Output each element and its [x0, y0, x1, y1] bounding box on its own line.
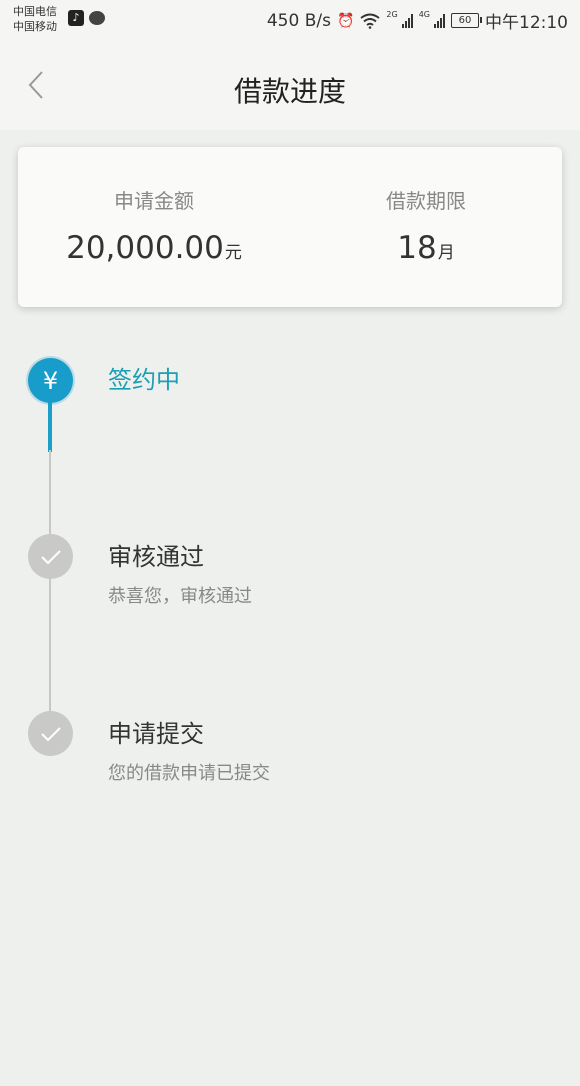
amount-section: 申请金额 20,000.00元	[18, 147, 290, 307]
term-label: 借款期限	[386, 189, 466, 213]
chat-bubble-icon	[89, 11, 105, 25]
network-speed: 450 B/s	[266, 10, 331, 31]
tiktok-icon: ♪	[68, 10, 84, 26]
signal-2-icon	[434, 13, 445, 28]
clock: 中午12:10	[485, 13, 568, 33]
carrier-1: 中国电信	[13, 5, 57, 18]
amount-label: 申请金额	[114, 189, 194, 213]
status-right: 450 B/s ⏰ 2G 4G 60 中午12:10	[267, 8, 568, 33]
check-icon	[40, 549, 61, 564]
amount-display: 20,000.00元	[18, 230, 290, 266]
step-signing-dot: ¥	[28, 358, 73, 403]
battery-icon: 60	[451, 13, 482, 28]
wifi-icon	[360, 13, 381, 29]
carrier-info: 中国电信 中国移动	[13, 4, 57, 34]
timeline-line	[49, 450, 51, 740]
network-type-2: 4G	[418, 10, 430, 19]
amount-value: 20,000.00	[66, 230, 224, 266]
carrier-2: 中国移动	[13, 20, 57, 33]
step-submitted-title: 申请提交	[108, 720, 204, 748]
term-section: 借款期限 18月	[290, 147, 562, 307]
signal-1-icon	[401, 13, 413, 28]
network-type-1: 2G	[386, 10, 398, 19]
check-icon	[40, 726, 61, 741]
step-approved-dot	[28, 534, 73, 579]
term-value: 18	[397, 230, 437, 266]
loan-summary-card: 申请金额 20,000.00元 借款期限 18月	[18, 147, 562, 307]
yen-icon: ¥	[42, 366, 59, 395]
term-unit: 月	[437, 243, 455, 263]
notification-icons: ♪	[68, 10, 105, 26]
status-bar: 中国电信 中国移动 ♪ 450 B/s ⏰ 2G 4G 60 中午12:10	[0, 0, 580, 40]
amount-unit: 元	[224, 243, 242, 263]
step-approved-title: 审核通过	[108, 543, 204, 571]
term-display: 18月	[290, 230, 562, 266]
step-approved-desc: 恭喜您，审核通过	[108, 586, 252, 607]
nav-header: 借款进度	[0, 40, 580, 130]
alarm-icon: ⏰	[336, 12, 355, 29]
step-submitted-dot	[28, 711, 73, 756]
step-signing-title: 签约中	[108, 366, 180, 394]
step-submitted-desc: 您的借款申请已提交	[108, 763, 270, 784]
page-title: 借款进度	[233, 75, 346, 108]
